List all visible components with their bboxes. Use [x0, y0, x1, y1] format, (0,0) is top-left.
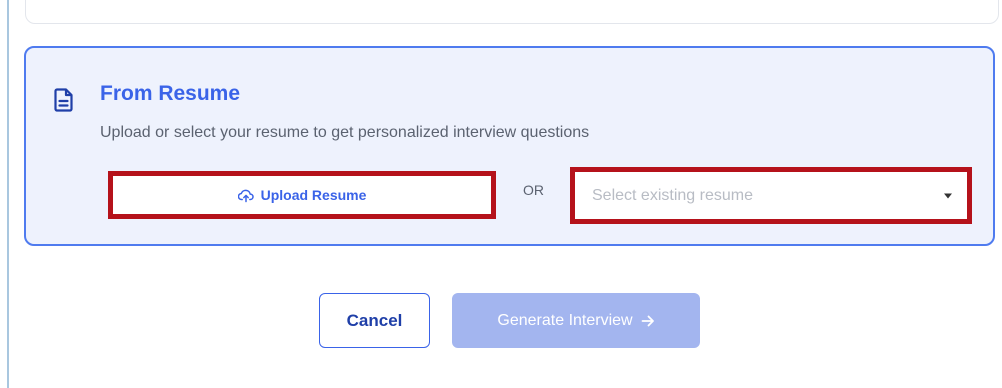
generate-interview-button[interactable]: Generate Interview: [452, 293, 700, 348]
left-panel-border: [7, 0, 9, 388]
caret-down-icon: [944, 193, 952, 199]
upload-resume-label: Upload Resume: [260, 187, 367, 203]
cancel-button[interactable]: Cancel: [319, 293, 430, 348]
or-separator: OR: [523, 182, 544, 198]
generate-interview-label: Generate Interview: [497, 311, 633, 329]
page: From Resume Upload or select your resume…: [0, 0, 1002, 388]
from-resume-description: Upload or select your resume to get pers…: [100, 124, 590, 141]
previous-section-card: [25, 0, 999, 24]
existing-resume-select[interactable]: Select existing resume: [570, 167, 972, 224]
from-resume-card[interactable]: From Resume Upload or select your resume…: [24, 46, 995, 246]
document-icon: [54, 88, 73, 112]
arrow-right-icon: [641, 315, 654, 326]
from-resume-title: From Resume: [100, 82, 241, 105]
existing-resume-placeholder: Select existing resume: [592, 187, 753, 204]
cloud-upload-icon: [237, 189, 254, 203]
upload-resume-button[interactable]: Upload Resume: [108, 171, 496, 219]
